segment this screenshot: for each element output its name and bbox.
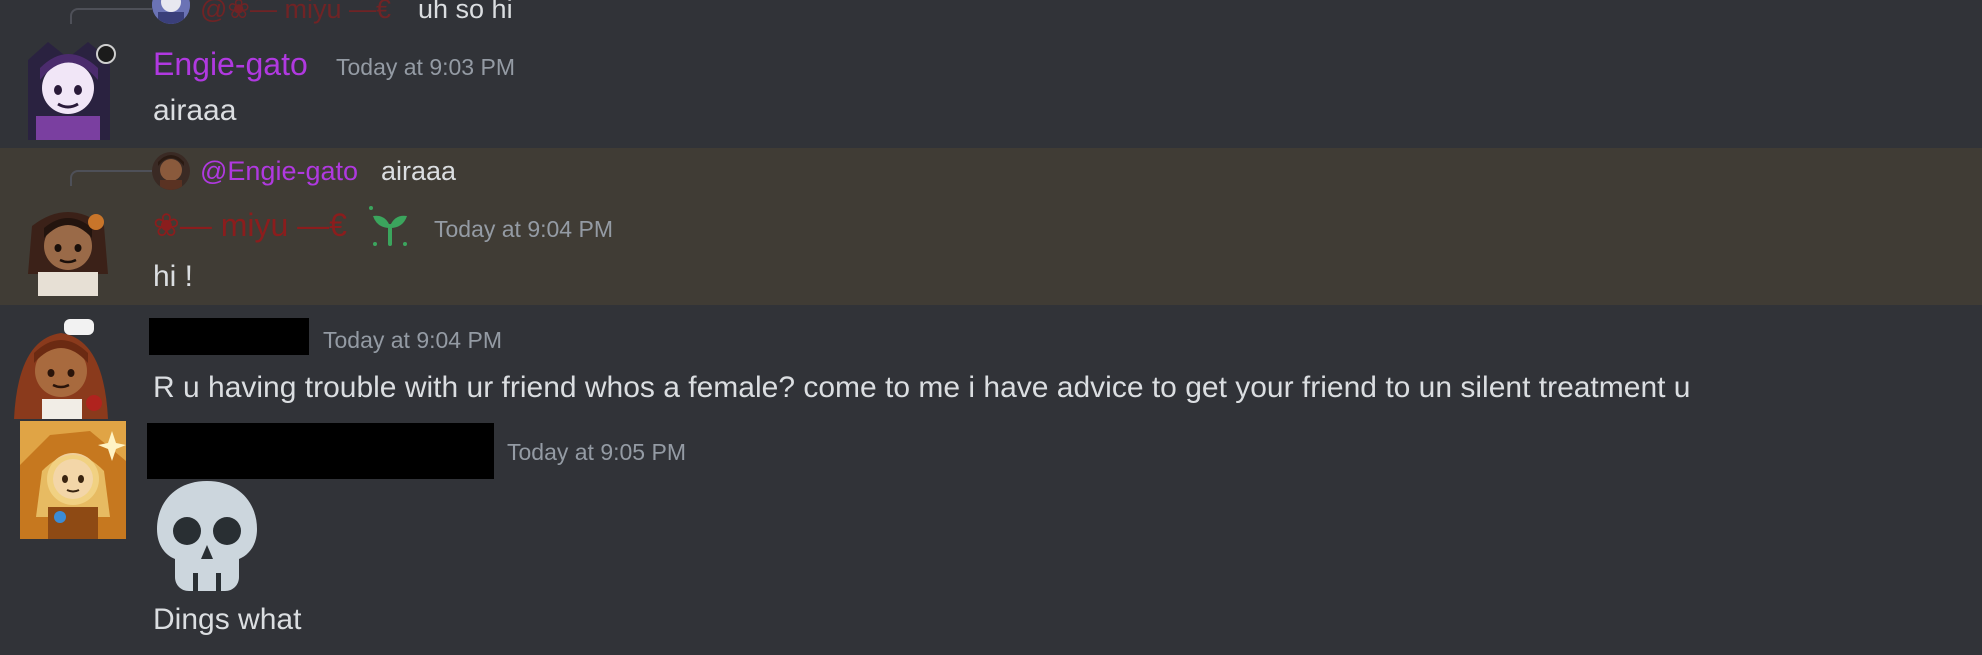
reply-username[interactable]: @❀— miyu —€ <box>200 0 391 25</box>
reply-spine <box>70 170 152 186</box>
message-content: Dings what <box>153 603 302 636</box>
timestamp[interactable]: Today at 9:04 PM <box>323 327 502 354</box>
reply-preview[interactable]: @❀— miyu —€ uh so hi <box>0 0 1982 34</box>
sprout-icon[interactable] <box>367 204 413 253</box>
message-content: airaaa <box>153 94 237 127</box>
reply-username[interactable]: @Engie-gato <box>200 156 358 187</box>
message-content: R u having trouble with ur friend whos a… <box>153 371 1691 404</box>
message-item-highlighted: @Engie-gato airaaa ❀— miyu —€ Today at 9… <box>0 148 1982 305</box>
reply-preview[interactable]: @Engie-gato airaaa <box>0 148 1982 190</box>
message-content: hi ! <box>153 260 194 293</box>
chat-log: @❀— miyu —€ uh so hi Engie-gato Today at… <box>0 0 1982 655</box>
username[interactable]: Engie-gato <box>153 46 308 83</box>
timestamp[interactable]: Today at 9:05 PM <box>507 439 686 466</box>
reply-avatar <box>152 0 190 24</box>
timestamp[interactable]: Today at 9:04 PM <box>434 216 613 243</box>
message-item: Today at 9:04 PM R u having trouble with… <box>0 305 1982 419</box>
skull-emoji[interactable] <box>153 477 261 600</box>
reply-avatar <box>152 152 190 190</box>
message-item: Today at 9:05 PM Dings what <box>0 417 1982 655</box>
reply-text[interactable]: airaaa <box>381 156 456 187</box>
reply-spine <box>70 8 152 24</box>
avatar[interactable] <box>18 204 118 296</box>
username[interactable]: ❀— miyu —€ <box>153 206 347 244</box>
redacted-username <box>147 423 494 479</box>
avatar[interactable] <box>20 421 126 539</box>
reply-text[interactable]: uh so hi <box>418 0 513 25</box>
avatar[interactable] <box>18 40 118 140</box>
message-item: Engie-gato Today at 9:03 PM airaaa <box>0 30 1982 148</box>
avatar[interactable] <box>8 319 114 419</box>
timestamp[interactable]: Today at 9:03 PM <box>336 54 515 81</box>
redacted-username <box>149 318 309 355</box>
